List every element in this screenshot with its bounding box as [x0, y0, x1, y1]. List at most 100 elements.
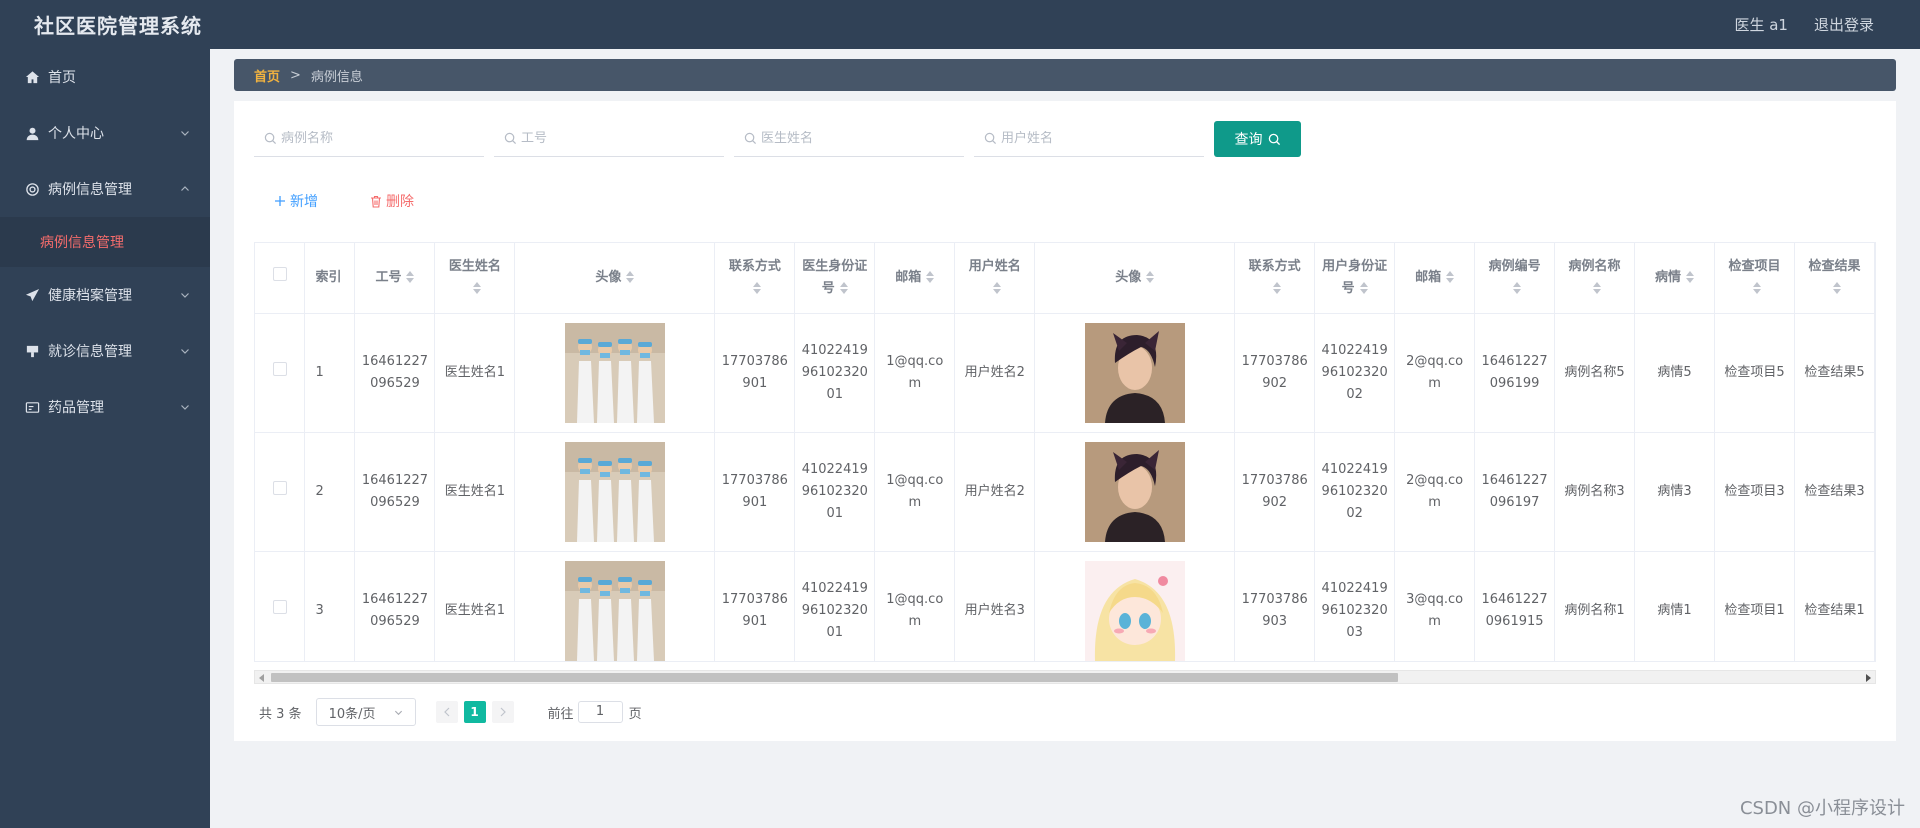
- sidebar-item-case-management[interactable]: 病例信息管理: [0, 161, 210, 217]
- user-name-search: [974, 121, 1204, 157]
- sidebar-item-medicine[interactable]: 药品管理: [0, 379, 210, 435]
- sort-icon[interactable]: [1686, 271, 1695, 284]
- home-icon: [24, 69, 40, 85]
- header-doctor-name[interactable]: 医生姓名: [434, 243, 516, 314]
- goto-label: 前往: [547, 706, 574, 722]
- sort-icon[interactable]: [926, 271, 935, 284]
- sort-icon[interactable]: [1752, 282, 1761, 295]
- page-number-current[interactable]: 1: [463, 701, 486, 723]
- table-row[interactable]: 3 16461227096529 医生姓名1 17703786901 410224199…: [255, 551, 1875, 661]
- header-doctor-email[interactable]: 邮箱: [874, 243, 956, 314]
- job-no-search: [494, 121, 724, 157]
- sidebar-item-profile[interactable]: 个人中心: [0, 105, 210, 161]
- header-user-phone[interactable]: 联系方式: [1234, 243, 1316, 314]
- breadcrumb: 首页 > 病例信息: [234, 59, 1896, 91]
- sidebar-item-home[interactable]: 首页: [0, 49, 210, 105]
- sort-icon[interactable]: [473, 282, 482, 295]
- doctor-name-search: [734, 121, 964, 157]
- cell-check-result: 检查结果1: [1794, 551, 1875, 661]
- header-user-avatar[interactable]: 头像: [1034, 243, 1236, 314]
- page-size-select[interactable]: 10条/页: [315, 698, 416, 726]
- sort-icon[interactable]: [1273, 282, 1282, 295]
- chevron-right-icon: [500, 707, 506, 717]
- query-button[interactable]: 查询: [1214, 121, 1301, 157]
- plus-icon: [275, 196, 285, 206]
- header-check-result[interactable]: 检查结果: [1794, 243, 1875, 314]
- cell-case-no: 16461227096199: [1474, 313, 1556, 433]
- cell-user-phone: 17703786902: [1234, 432, 1316, 552]
- sort-icon[interactable]: [626, 271, 635, 284]
- cell-doctor-phone: 17703786901: [714, 432, 796, 552]
- row-checkbox[interactable]: [272, 599, 287, 614]
- sort-icon[interactable]: [993, 282, 1002, 295]
- breadcrumb-home[interactable]: 首页: [254, 66, 280, 85]
- avatar: [1084, 322, 1185, 423]
- current-user[interactable]: 医生 a1: [1734, 14, 1788, 35]
- row-checkbox[interactable]: [272, 361, 287, 376]
- sort-icon[interactable]: [1446, 271, 1455, 284]
- top-bar: 社区医院管理系统 医生 a1 退出登录: [0, 0, 1920, 49]
- sort-icon[interactable]: [753, 282, 762, 295]
- cell-index: 2: [304, 432, 356, 552]
- header-index: 索引: [304, 243, 356, 314]
- header-user-name[interactable]: 用户姓名: [954, 243, 1036, 314]
- header-doctor-phone[interactable]: 联系方式: [714, 243, 796, 314]
- cell-user-email: 2@qq.com: [1394, 313, 1476, 433]
- job-no-input[interactable]: [521, 131, 711, 146]
- search-icon: [744, 132, 757, 145]
- horizontal-scrollbar[interactable]: [254, 670, 1876, 684]
- sort-icon[interactable]: [839, 282, 848, 295]
- cell-user-email: 3@qq.com: [1394, 551, 1476, 661]
- scrollbar-thumb[interactable]: [271, 673, 1398, 682]
- delete-button[interactable]: 删除: [370, 191, 414, 211]
- prev-page-button[interactable]: [435, 701, 458, 723]
- logout-link[interactable]: 退出登录: [1814, 14, 1874, 35]
- goto-page-input[interactable]: 1: [577, 701, 623, 723]
- header-doctor-id-no[interactable]: 医生身份证号: [794, 243, 876, 314]
- header-case-no[interactable]: 病例编号: [1474, 243, 1556, 314]
- chevron-down-icon: [394, 710, 402, 715]
- doctor-name-input[interactable]: [761, 131, 951, 146]
- sidebar-item-label: 药品管理: [48, 400, 104, 416]
- header-check-item[interactable]: 检查项目: [1714, 243, 1795, 314]
- sort-icon[interactable]: [1513, 282, 1522, 295]
- header-case-name[interactable]: 病例名称: [1554, 243, 1636, 314]
- cell-check-item: 检查项目5: [1714, 313, 1795, 433]
- add-button-label: 新增: [290, 194, 318, 210]
- sidebar-item-visits[interactable]: 就诊信息管理: [0, 323, 210, 379]
- case-table-grid: 索引 工号 医生姓名 头像 联系方式 医生身份证号 邮箱 用户姓名 头像 联系方…: [255, 243, 1875, 661]
- table-row[interactable]: 2 16461227096529 医生姓名1 17703786901 410224199…: [255, 432, 1875, 552]
- sort-icon[interactable]: [1832, 282, 1841, 295]
- header-job-no[interactable]: 工号: [354, 243, 436, 314]
- cell-user-id-no: 410224199610232002: [1314, 313, 1396, 433]
- sort-icon[interactable]: [406, 271, 415, 284]
- cell-condition: 病情5: [1634, 313, 1715, 433]
- sort-icon[interactable]: [1146, 271, 1155, 284]
- row-checkbox[interactable]: [272, 480, 287, 495]
- sidebar-item-health-records[interactable]: 健康档案管理: [0, 267, 210, 323]
- cell-user-name: 用户姓名2: [954, 313, 1036, 433]
- sort-icon[interactable]: [1359, 282, 1368, 295]
- sidebar-subitem-case-management[interactable]: 病例信息管理: [0, 217, 210, 267]
- case-name-input[interactable]: [281, 131, 471, 146]
- header-user-email[interactable]: 邮箱: [1394, 243, 1476, 314]
- header-user-id-no[interactable]: 用户身份证号: [1314, 243, 1396, 314]
- cell-condition: 病情3: [1634, 432, 1715, 552]
- cell-index: 1: [304, 313, 356, 433]
- sort-icon[interactable]: [1593, 282, 1602, 295]
- cell-user-name: 用户姓名2: [954, 432, 1036, 552]
- cell-user-email: 2@qq.com: [1394, 432, 1476, 552]
- page-size-value: 10条/页: [328, 706, 376, 722]
- header-doctor-avatar[interactable]: 头像: [514, 243, 716, 314]
- select-all-checkbox[interactable]: [272, 266, 287, 281]
- user-name-input[interactable]: [1001, 131, 1191, 146]
- table-row[interactable]: 1 16461227096529 医生姓名1 17703786901 410224199…: [255, 313, 1875, 433]
- add-button[interactable]: 新增: [274, 191, 318, 211]
- scroll-left-icon[interactable]: [259, 674, 264, 682]
- header-condition[interactable]: 病情: [1634, 243, 1715, 314]
- sidebar: 首页 个人中心 病例信息管理 病例信息管理 健康档案管理 就诊信息管理 药品管理: [0, 49, 210, 828]
- sidebar-item-label: 个人中心: [48, 126, 104, 142]
- search-icon: [264, 132, 277, 145]
- scroll-right-icon[interactable]: [1866, 674, 1871, 682]
- next-page-button[interactable]: [491, 701, 514, 723]
